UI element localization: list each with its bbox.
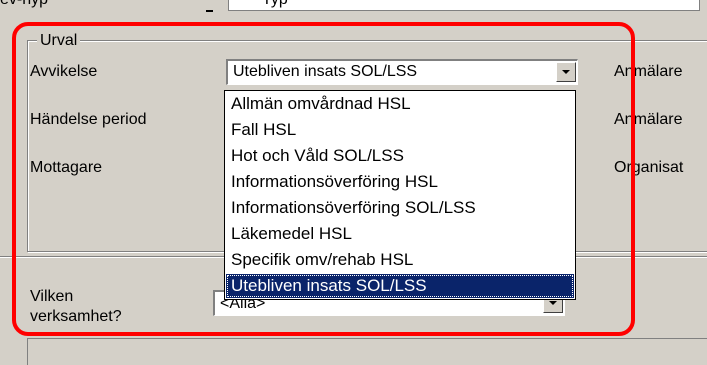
avvikelse-combo-button[interactable] bbox=[556, 62, 576, 82]
mottagare-label: Mottagare bbox=[30, 159, 103, 176]
top-underline bbox=[206, 10, 213, 12]
top-input-value: Typ bbox=[262, 0, 288, 9]
dropdown-option[interactable]: Fall HSL bbox=[226, 118, 574, 142]
avvikelse-dropdown-list[interactable]: Allmän omvårdnad HSL Fall HSL Hot och Vå… bbox=[224, 90, 576, 300]
avvikelse-combo[interactable]: Utebliven insats SOL/LSS bbox=[226, 59, 578, 85]
top-input[interactable]: Typ bbox=[228, 0, 700, 11]
dropdown-option[interactable]: Läkemedel HSL bbox=[226, 222, 574, 246]
avvikelse-combo-value: Utebliven insats SOL/LSS bbox=[233, 63, 418, 80]
handelse-period-label: Händelse period bbox=[30, 111, 147, 128]
chevron-down-icon bbox=[549, 301, 557, 305]
vilken-verksamhet-label-line1: Vilken bbox=[30, 288, 74, 305]
chevron-down-icon bbox=[562, 70, 570, 74]
dropdown-option-selected[interactable]: Utebliven insats SOL/LSS bbox=[226, 274, 574, 298]
dropdown-option[interactable]: Specifik omv/rehab HSL bbox=[226, 248, 574, 272]
organisat-label: Organisat bbox=[614, 159, 684, 176]
top-left-label: ev-hyp bbox=[0, 0, 48, 9]
dropdown-option[interactable]: Informationsöverföring SOL/LSS bbox=[226, 196, 574, 220]
anmalare-label-1: Anmälare bbox=[614, 63, 683, 80]
dropdown-option[interactable]: Hot och Våld SOL/LSS bbox=[226, 144, 574, 168]
anmalare-label-2: Anmälare bbox=[614, 111, 683, 128]
avvikelse-label: Avvikelse bbox=[30, 63, 98, 80]
urval-legend: Urval bbox=[37, 32, 81, 50]
bottom-frame-left bbox=[27, 338, 28, 365]
bottom-frame-top bbox=[28, 338, 707, 339]
vilken-verksamhet-label-line2: verksamhet? bbox=[30, 308, 122, 325]
dropdown-option[interactable]: Allmän omvårdnad HSL bbox=[226, 92, 574, 116]
dropdown-option[interactable]: Informationsöverföring HSL bbox=[226, 170, 574, 194]
top-strip: ev-hyp Typ bbox=[0, 0, 707, 14]
